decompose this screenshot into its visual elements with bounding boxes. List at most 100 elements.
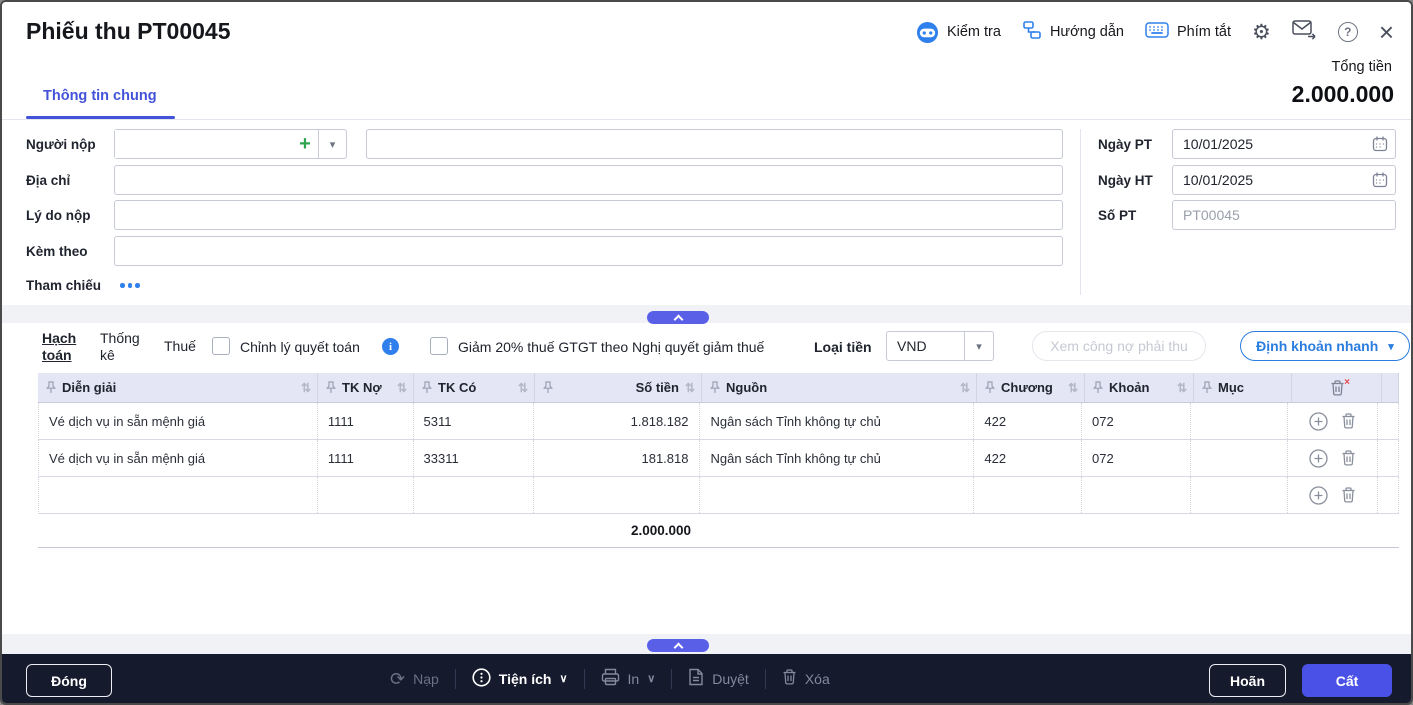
column-header-actions: × — [1292, 373, 1382, 402]
pin-icon — [422, 381, 432, 394]
cell-chapter[interactable]: 422 — [974, 440, 1082, 476]
cell-description[interactable] — [39, 477, 318, 513]
cell-source[interactable]: Ngân sách Tỉnh không tự chủ — [700, 403, 974, 439]
column-header-source[interactable]: Nguồn ⇅ — [702, 373, 977, 402]
pin-icon — [1093, 381, 1103, 394]
cell-item[interactable] — [1082, 477, 1191, 513]
sort-icon[interactable]: ⇅ — [1177, 381, 1187, 395]
save-button[interactable]: Cất — [1302, 664, 1392, 697]
column-header-amount[interactable]: Số tiền ⇅ — [535, 373, 702, 402]
cell-credit[interactable]: 5311 — [414, 403, 535, 439]
sort-icon[interactable]: ⇅ — [1068, 381, 1078, 395]
column-header-subitem[interactable]: Mục — [1194, 373, 1292, 402]
tab-accounting[interactable]: Hạch toán — [42, 330, 76, 364]
cell-description[interactable]: Vé dịch vụ in sẵn mệnh giá — [39, 440, 318, 476]
cell-credit[interactable]: 33311 — [414, 440, 535, 476]
cell-debit[interactable]: 1111 — [318, 440, 414, 476]
sort-icon[interactable]: ⇅ — [685, 381, 695, 395]
close-icon[interactable]: × — [1379, 22, 1394, 43]
add-payer-icon[interactable]: + — [292, 134, 318, 154]
cell-amount[interactable]: 1.818.182 — [534, 403, 700, 439]
add-row-icon[interactable] — [1309, 412, 1328, 431]
cell-clipped — [1378, 440, 1399, 476]
reference-ellipsis-icon[interactable] — [120, 283, 140, 288]
table-row[interactable]: Vé dịch vụ in sẵn mệnh giá 1111 33311 18… — [38, 440, 1399, 477]
help-icon[interactable]: ? — [1338, 22, 1358, 42]
check-button[interactable]: Kiểm tra — [916, 21, 1001, 44]
cell-item[interactable]: 072 — [1082, 440, 1191, 476]
cell-subitem[interactable] — [1191, 440, 1289, 476]
approve-button[interactable]: Duyệt — [688, 668, 749, 689]
column-header-item[interactable]: Khoản ⇅ — [1085, 373, 1194, 402]
payer-name-input[interactable] — [366, 129, 1063, 159]
column-header-debit[interactable]: TK Nợ ⇅ — [318, 373, 414, 402]
tab-general-info[interactable]: Thông tin chung — [43, 88, 157, 104]
table-row[interactable]: Vé dịch vụ in sẵn mệnh giá 1111 5311 1.8… — [38, 403, 1399, 440]
collapse-bottom-button[interactable] — [647, 639, 709, 652]
add-row-icon[interactable] — [1309, 486, 1328, 505]
cell-description[interactable]: Vé dịch vụ in sẵn mệnh giá — [39, 403, 318, 439]
cell-credit[interactable] — [414, 477, 535, 513]
close-button[interactable]: Đóng — [26, 664, 112, 697]
column-header-credit[interactable]: TK Có ⇅ — [414, 373, 535, 402]
sort-icon[interactable]: ⇅ — [518, 381, 528, 395]
calendar-icon[interactable] — [1372, 136, 1388, 157]
cell-amount[interactable] — [534, 477, 700, 513]
sort-icon[interactable]: ⇅ — [397, 381, 407, 395]
cell-item[interactable]: 072 — [1082, 403, 1191, 439]
column-header-chapter[interactable]: Chương ⇅ — [977, 373, 1085, 402]
postpone-button[interactable]: Hoãn — [1209, 664, 1286, 697]
reload-icon: ⟳ — [390, 670, 405, 688]
feedback-mail-icon[interactable] — [1292, 19, 1317, 45]
delete-all-rows-icon[interactable]: × — [1330, 380, 1345, 396]
cell-chapter[interactable]: 422 — [974, 403, 1082, 439]
column-header-description[interactable]: Diễn giải ⇅ — [38, 373, 318, 402]
utilities-button[interactable]: Tiện ích ∨ — [472, 668, 568, 690]
voucher-number-input[interactable] — [1172, 200, 1396, 230]
cell-subitem[interactable] — [1191, 477, 1289, 513]
delete-button[interactable]: Xóa — [782, 669, 830, 688]
voucher-number-label: Số PT — [1098, 208, 1136, 223]
cell-subitem[interactable] — [1191, 403, 1289, 439]
cell-source[interactable]: Ngân sách Tỉnh không tự chủ — [700, 440, 974, 476]
add-row-icon[interactable] — [1309, 449, 1328, 468]
topbar-actions: Kiểm tra Hướng dẫn Phím tắt ⚙ ? × — [916, 19, 1394, 45]
collapse-top-button[interactable] — [647, 311, 709, 324]
sort-icon[interactable]: ⇅ — [301, 381, 311, 395]
quick-entry-button[interactable]: Định khoản nhanh ▾ — [1240, 331, 1410, 361]
settings-gear-icon[interactable]: ⚙ — [1252, 22, 1271, 43]
sort-icon[interactable]: ⇅ — [960, 381, 970, 395]
delete-row-icon[interactable] — [1341, 487, 1356, 503]
date-ht-input[interactable] — [1172, 165, 1396, 195]
clipped-column-header — [1382, 373, 1399, 402]
delete-row-icon[interactable] — [1341, 450, 1356, 466]
info-icon[interactable]: i — [382, 338, 399, 355]
currency-select[interactable]: VND ▾ — [886, 331, 994, 361]
reason-input[interactable] — [114, 200, 1063, 230]
pin-icon — [710, 381, 720, 394]
payer-dropdown-caret-icon[interactable]: ▾ — [318, 130, 346, 158]
cell-debit[interactable]: 1111 — [318, 403, 414, 439]
reload-button[interactable]: ⟳ Nạp — [390, 670, 439, 688]
cell-source[interactable] — [700, 477, 974, 513]
adjust-settlement-checkbox[interactable] — [212, 337, 230, 355]
chevron-down-icon: ∨ — [647, 672, 655, 685]
date-pt-input[interactable] — [1172, 129, 1396, 159]
cell-amount[interactable]: 181.818 — [534, 440, 700, 476]
payer-input[interactable] — [115, 130, 292, 158]
shortcut-button[interactable]: Phím tắt — [1145, 22, 1231, 43]
table-row[interactable] — [38, 477, 1399, 514]
tab-statistics[interactable]: Thống kê — [100, 330, 140, 364]
voucher-number-field — [1172, 200, 1396, 230]
print-button[interactable]: In ∨ — [601, 668, 656, 689]
guide-button[interactable]: Hướng dẫn — [1022, 21, 1124, 44]
vat-reduction-checkbox[interactable] — [430, 337, 448, 355]
calendar-icon[interactable] — [1372, 172, 1388, 193]
delete-row-icon[interactable] — [1341, 413, 1356, 429]
address-input[interactable] — [114, 165, 1063, 195]
cell-debit[interactable] — [318, 477, 414, 513]
attachment-input[interactable] — [114, 236, 1063, 266]
tab-tax[interactable]: Thuế — [164, 338, 196, 355]
view-receivables-button[interactable]: Xem công nợ phải thu — [1032, 331, 1206, 361]
cell-chapter[interactable] — [974, 477, 1082, 513]
